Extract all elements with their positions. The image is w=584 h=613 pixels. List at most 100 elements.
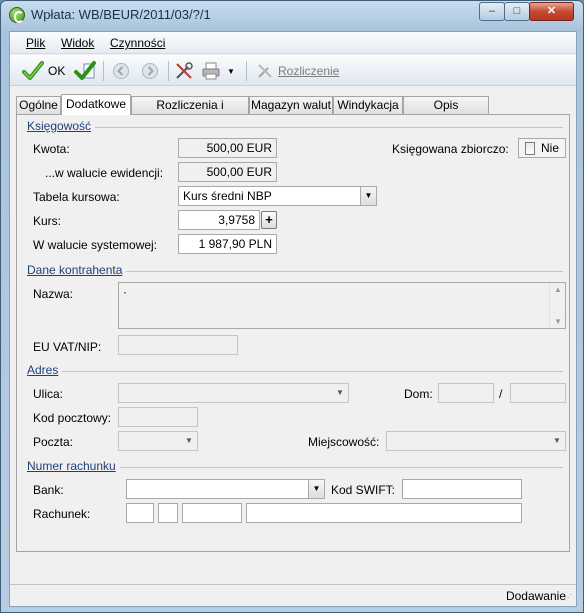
section-adres: Adres [27,363,563,377]
kod-pocztowy-label: Kod pocztowy: [33,411,112,425]
miejscowosc-select[interactable]: ▼ [386,431,566,451]
section-ksiegowosc: Księgowość [27,119,563,133]
resize-grip-icon[interactable]: ⋰ [564,594,574,604]
kwota-label: Kwota: [33,142,70,156]
chevron-down-icon[interactable]: ▼ [549,432,565,450]
menu-czynnosci-label: Czynności [110,36,166,50]
status-text: Dodawanie [505,589,566,603]
print-button[interactable]: ▼ [201,59,235,83]
rachunek-label: Rachunek: [33,507,91,521]
check-icon [22,61,44,80]
w-walucie-ewidencji-field: 500,00 EUR [178,162,277,182]
app-icon [9,7,25,23]
section-adres-title: Adres [27,363,63,377]
tab-panel-dodatkowe: Księgowość Kwota: 500,00 EUR Księgowana … [16,114,570,552]
scroll-up-icon[interactable]: ▲ [550,285,566,294]
section-ksiegowosc-title: Księgowość [27,119,96,133]
lokal-field[interactable] [510,383,566,403]
toolbar: OK ▼ Rozliczenie [10,55,576,86]
menu-plik-label: Plik [26,36,46,50]
kurs-plus-button[interactable]: + [261,211,277,229]
toolbar-separator [246,61,247,81]
tab-rozliczenia[interactable]: Rozliczenia i Przelewy [131,96,249,128]
back-button[interactable] [112,59,130,83]
scroll-down-icon[interactable]: ▼ [550,317,566,326]
rachunek-number-field[interactable] [246,503,522,523]
section-kontrahent-title: Dane kontrahenta [27,263,127,277]
nazwa-scrollbar[interactable]: ▲ ▼ [549,283,565,328]
dom-field[interactable] [438,383,494,403]
kod-swift-field[interactable] [402,479,522,499]
poczta-label: Poczta: [33,435,74,449]
section-dane-kontrahenta: Dane kontrahenta [27,263,563,277]
kod-pocztowy-field[interactable] [118,407,198,427]
chevron-down-icon[interactable]: ▼ [227,67,235,76]
chevron-down-icon[interactable]: ▼ [308,480,324,498]
menu-czynnosci[interactable]: Czynności [110,36,165,50]
tab-magazyn-walut[interactable]: Magazyn walut [249,96,333,114]
rozliczenie-label: Rozliczenie [278,64,340,78]
menu-widok-label: Widok [61,36,95,50]
ok-label: OK [48,64,66,78]
section-numer-rachunku: Numer rachunku [27,459,563,473]
kurs-label: Kurs: [33,214,62,228]
tab-opis-analityczny[interactable]: Opis analityczny [403,96,489,128]
menu-plik[interactable]: Plik [26,36,45,50]
chevron-down-icon[interactable]: ▼ [332,384,348,402]
tab-dodatkowe[interactable]: Dodatkowe [61,94,131,115]
tools-button[interactable] [174,59,194,83]
ok-button[interactable]: OK [22,59,65,83]
printer-icon [202,62,220,80]
tabela-kursowa-select[interactable]: Kurs średni NBP ▼ [178,186,377,206]
chevron-down-icon[interactable]: ▼ [360,187,376,205]
ulica-select[interactable]: ▼ [118,383,349,403]
w-walucie-ewidencji-label: ...w walucie ewidencji: [45,166,164,180]
miejscowosc-label: Miejscowość: [308,435,380,449]
toolbar-separator [168,61,169,81]
forward-button[interactable] [141,59,159,83]
rozliczenie-button[interactable]: Rozliczenie [256,59,339,83]
section-rachunek-title: Numer rachunku [27,459,120,473]
tab-windykacja[interactable]: Windykacja [333,96,403,114]
arrow-right-icon [142,63,158,79]
nazwa-textarea[interactable]: · ▲ ▼ [118,282,566,329]
poczta-select[interactable]: ▼ [118,431,198,451]
menu-bar: Plik Widok Czynności [10,32,576,54]
maximize-button[interactable]: □ [504,2,530,21]
arrow-left-icon [113,63,129,79]
kurs-field[interactable]: 3,9758 [178,210,260,230]
w-walucie-systemowej-field[interactable]: 1 987,90 PLN [178,234,277,254]
bank-select[interactable]: ▼ [126,479,325,499]
nazwa-value: · [123,285,127,299]
checkbox-box[interactable] [525,141,535,155]
eu-vat-field[interactable] [118,335,238,355]
close-button[interactable]: ✕ [529,2,574,21]
tabela-kursowa-label: Tabela kursowa: [33,190,120,204]
ok-new-button[interactable] [74,59,96,83]
w-walucie-systemowej-label: W walucie systemowej: [33,238,158,252]
eu-vat-label: EU VAT/NIP: [33,340,102,354]
client-area: Plik Widok Czynności OK ▼ Rozliczenie Og… [9,31,577,607]
kwota-field: 500,00 EUR [178,138,277,158]
kod-swift-label: Kod SWIFT: [331,483,396,497]
tabela-kursowa-value: Kurs średni NBP [183,189,272,203]
tab-ogolne[interactable]: Ogólne [16,96,61,114]
bank-label: Bank: [33,483,64,497]
menu-widok[interactable]: Widok [61,36,94,50]
ksiegowana-zbiorczo-label: Księgowana zbiorczo: [392,142,509,156]
title-bar[interactable]: Wpłata: WB/BEUR/2011/03/?/1 – □ ✕ [1,1,583,29]
toolbar-separator [103,61,104,81]
rachunek-check-field[interactable] [158,503,178,523]
status-bar: Dodawanie ⋰ [10,584,576,606]
chevron-down-icon[interactable]: ▼ [181,432,197,450]
rachunek-bank-code-field[interactable] [182,503,242,523]
ksiegowana-zbiorczo-checkbox[interactable]: Nie [518,138,566,158]
ulica-label: Ulica: [33,387,64,401]
main-window: Wpłata: WB/BEUR/2011/03/?/1 – □ ✕ Plik W… [0,0,584,613]
dom-label: Dom: [404,387,433,401]
nazwa-label: Nazwa: [33,287,74,301]
minimize-button[interactable]: – [479,2,505,21]
ksiegowana-zbiorczo-value: Nie [540,141,559,155]
dom-separator: / [499,387,503,401]
rachunek-country-field[interactable] [126,503,154,523]
